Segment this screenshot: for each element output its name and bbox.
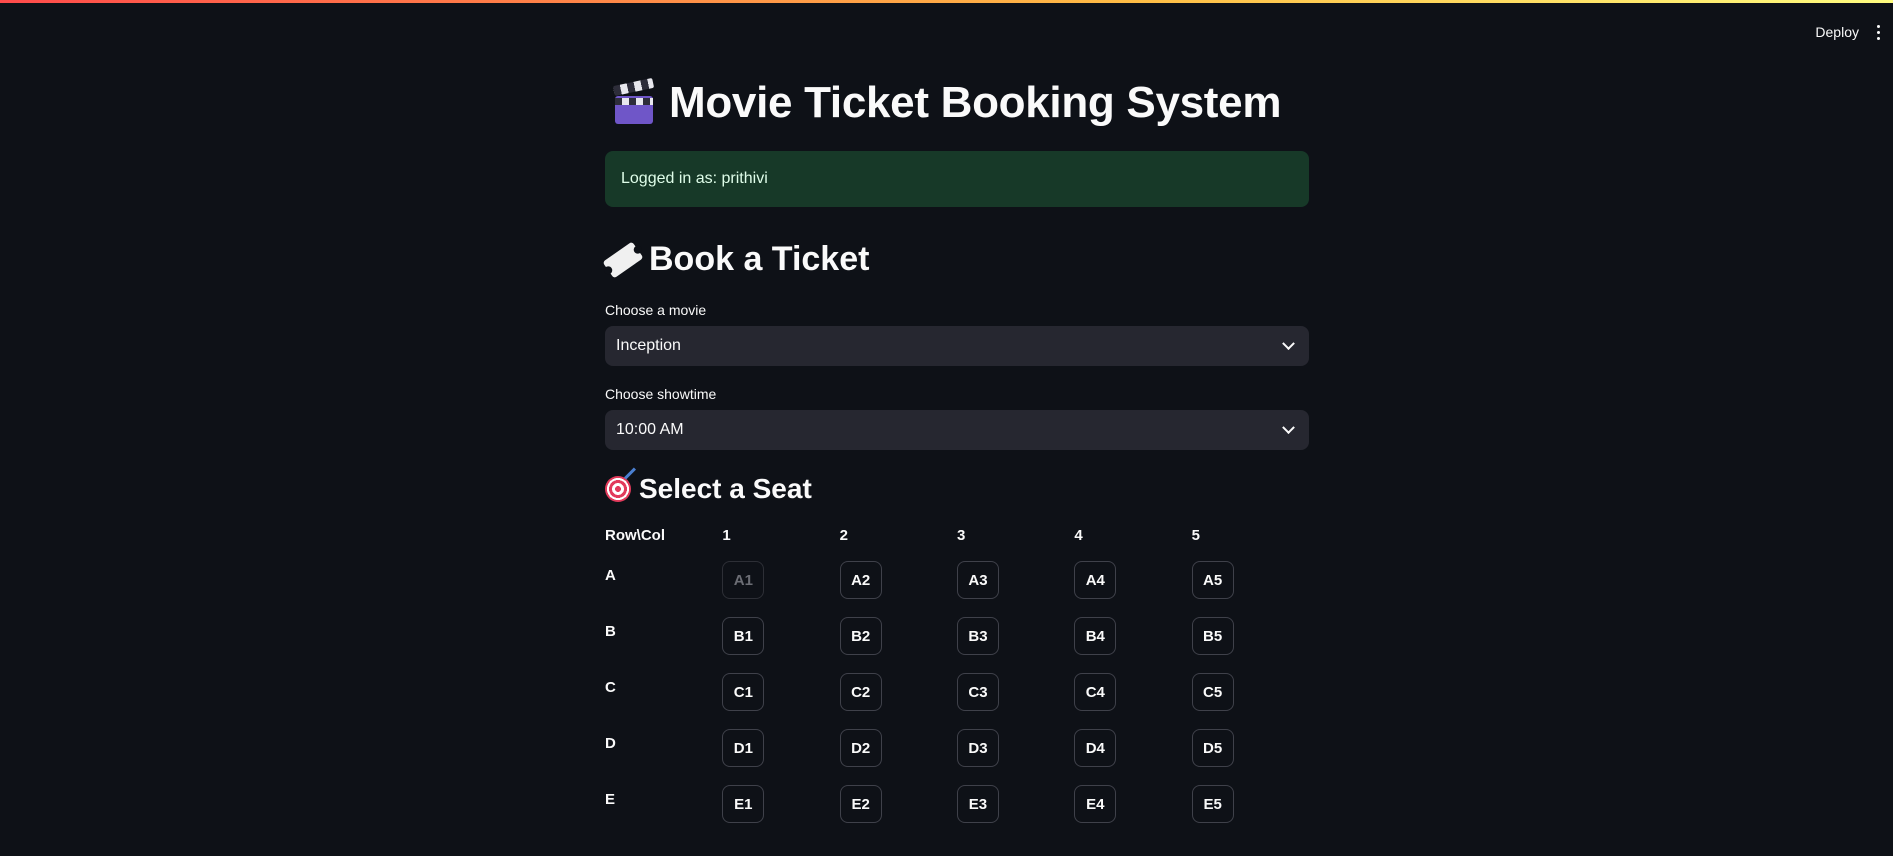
seat-row: B B1 B2 B3 B4 B5 [605,611,1309,667]
seat-button[interactable]: E4 [1074,785,1117,823]
seat-cell: D5 [1191,723,1309,779]
row-label: E [605,791,616,808]
seat-cell: B3 [956,611,1074,667]
row-label: B [605,623,616,640]
seat-button[interactable]: B3 [956,617,999,655]
seat-row: A A1 A2 A3 A4 A5 [605,555,1309,611]
seat-cell: E3 [956,779,1074,835]
seat-button[interactable]: A5 [1191,561,1234,599]
seat-cell: E4 [1074,779,1191,835]
select-seat-heading: Select a Seat [605,473,812,505]
page-title-text: Movie Ticket Booking System [669,78,1282,127]
logged-in-text: Logged in as: prithivi [621,170,768,187]
logged-in-alert: Logged in as: prithivi [605,151,1309,207]
seat-button[interactable]: A3 [956,561,999,599]
seat-row: C C1 C2 C3 C4 C5 [605,667,1309,723]
column-label: 5 [1191,527,1200,544]
seat-button[interactable]: D5 [1191,729,1234,767]
movie-select-label: Choose a movie [605,302,707,318]
seat-button[interactable]: A2 [839,561,882,599]
seat-cell: E2 [839,779,957,835]
page-title: Movie Ticket Booking System [612,77,1282,128]
seat-button[interactable]: B4 [1074,617,1117,655]
seat-button[interactable]: D2 [839,729,882,767]
seat-cell: E1 [722,779,839,835]
seat-button[interactable]: C1 [722,673,765,711]
seat-button[interactable]: C2 [839,673,882,711]
seat-cell: C5 [1191,667,1309,723]
seat-row: E E1 E2 E3 E4 E5 [605,779,1309,835]
seat-cell: D3 [956,723,1074,779]
seat-cell: E5 [1191,779,1309,835]
seat-cell: B4 [1074,611,1191,667]
seat-cell: A3 [956,555,1074,611]
seat-row: D D1 D2 D3 D4 D5 [605,723,1309,779]
seat-button[interactable]: D4 [1074,729,1117,767]
seat-grid: Row\Col 1 2 3 4 5 A A1 A2 A3 A4 A5 B B1 B2 B3 B4 B5… [605,525,1309,835]
seat-cell: C4 [1074,667,1191,723]
select-seat-heading-text: Select a Seat [639,473,812,504]
seat-cell: B1 [722,611,839,667]
seat-cell: B5 [1191,611,1309,667]
seat-cell: D4 [1074,723,1191,779]
book-ticket-heading: Book a Ticket [602,240,870,279]
top-decoration-bar [0,0,1893,3]
movie-select[interactable]: Inception [605,326,1309,366]
target-icon [605,476,631,502]
row-label: A [605,567,616,584]
deploy-button[interactable]: Deploy [1815,24,1859,40]
seat-button[interactable]: E1 [722,785,765,823]
seat-button[interactable]: C4 [1074,673,1117,711]
seat-grid-header: Row\Col 1 2 3 4 5 [605,525,1309,555]
book-ticket-heading-text: Book a Ticket [649,240,870,278]
clapper-board-icon [612,77,655,124]
column-label: 4 [1074,527,1083,544]
chevron-down-icon [1282,420,1295,434]
chevron-down-icon [1282,336,1295,350]
seat-button[interactable]: A4 [1074,561,1117,599]
seat-cell: A1 [722,555,839,611]
showtime-select-label: Choose showtime [605,386,717,402]
seat-cell: C3 [956,667,1074,723]
seat-button[interactable]: D1 [722,729,765,767]
seat-cell: A4 [1074,555,1191,611]
seat-button[interactable]: E3 [956,785,999,823]
seat-cell: A5 [1191,555,1309,611]
seat-cell: D1 [722,723,839,779]
seat-button[interactable]: D3 [956,729,999,767]
column-label: 1 [722,527,731,544]
column-label: 2 [839,527,848,544]
column-label: 3 [956,527,966,544]
seat-cell: C1 [722,667,839,723]
seat-button[interactable]: B2 [839,617,882,655]
more-menu-icon[interactable] [1873,24,1883,40]
seat-cell: A2 [839,555,957,611]
seat-button[interactable]: B1 [722,617,765,655]
seat-button[interactable]: E5 [1191,785,1234,823]
row-label: C [605,679,616,696]
ticket-icon [602,240,644,279]
showtime-select[interactable]: 10:00 AM [605,410,1309,450]
seat-button[interactable]: C5 [1191,673,1234,711]
seat-cell: D2 [839,723,957,779]
movie-select-value: Inception [616,337,681,354]
seat-button[interactable]: B5 [1191,617,1234,655]
seat-button[interactable]: C3 [956,673,999,711]
seat-cell: C2 [839,667,957,723]
row-label: D [605,735,616,752]
seat-cell: B2 [839,611,957,667]
seat-button: A1 [722,561,765,599]
showtime-select-value: 10:00 AM [616,421,684,438]
seat-button[interactable]: E2 [839,785,882,823]
corner-label: Row\Col [605,527,665,544]
header-actions: Deploy [1815,24,1893,40]
